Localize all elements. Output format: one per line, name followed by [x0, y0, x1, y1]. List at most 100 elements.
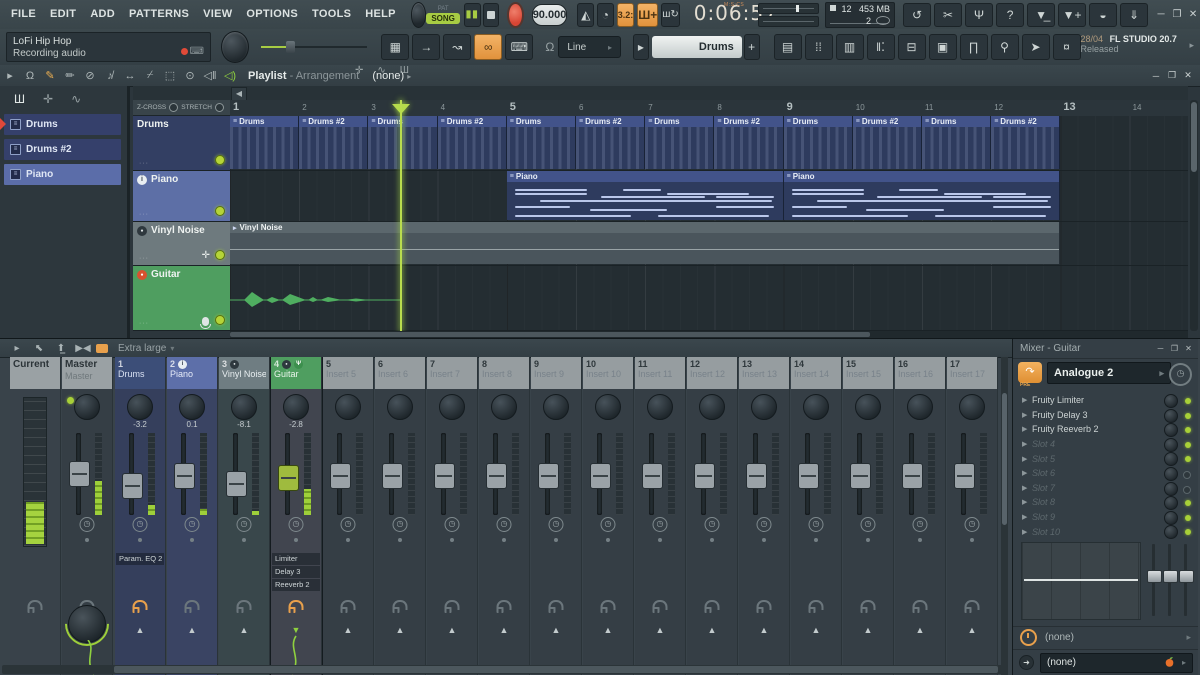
channel-rack-button[interactable]: ⁞⁞	[805, 34, 833, 60]
slot-enable-led[interactable]	[1185, 515, 1191, 521]
slot-label[interactable]: Fruity Delay 3	[1032, 410, 1088, 420]
zoom-tool-icon[interactable]: ⊙	[180, 69, 200, 82]
route-up-arrow-icon[interactable]: ▲	[136, 625, 145, 635]
paint-tool-icon[interactable]: ✏	[60, 69, 80, 82]
route-up-arrow-icon[interactable]: ▲	[448, 625, 457, 635]
stretch-checkbox[interactable]	[215, 103, 224, 112]
route-up-arrow-icon[interactable]: ▲	[396, 625, 405, 635]
slip-tool-icon[interactable]: ↔	[120, 70, 140, 82]
save-new-version-button[interactable]: ▼+	[1058, 3, 1086, 27]
eq-band1-handle[interactable]	[1147, 570, 1162, 583]
slot-enable-led[interactable]	[1185, 529, 1191, 535]
stereo-separation-knob[interactable]: ◷	[497, 517, 512, 532]
slot-mix-knob[interactable]	[1164, 496, 1178, 510]
master-volume-knob[interactable]	[68, 605, 106, 643]
lane-vinyl-noise[interactable]: ▸Vinyl Noise	[230, 222, 1188, 266]
pattern-prev-button[interactable]: ▸	[633, 34, 649, 60]
fx-slot-10[interactable]: ▶Slot 10	[1013, 524, 1198, 539]
strip-fader-handle[interactable]	[486, 463, 507, 489]
menu-add[interactable]: ADD	[83, 0, 122, 29]
slot-arrow-icon[interactable]: ▶	[1022, 484, 1032, 492]
track-header-piano[interactable]: iPiano···	[133, 171, 230, 222]
slot-arrow-icon[interactable]: ▶	[1022, 425, 1032, 433]
delete-tool-icon[interactable]: ⊘	[80, 69, 100, 82]
strip-pan-knob[interactable]	[595, 394, 621, 420]
lane-piano[interactable]: ≡Piano≡Piano	[230, 171, 1188, 222]
strip-active-led[interactable]	[67, 397, 74, 404]
stereo-separation-knob[interactable]: ◷	[185, 517, 200, 532]
strip-header[interactable]: Current	[10, 357, 60, 389]
strip-pan-knob[interactable]	[699, 394, 725, 420]
strip-fader-handle[interactable]	[69, 461, 90, 487]
pattern-position-slider[interactable]	[758, 16, 819, 27]
feedback-button[interactable]: ◒	[1089, 3, 1117, 27]
metronome-button[interactable]: ◭	[577, 3, 594, 27]
strip-pan-knob[interactable]	[335, 394, 361, 420]
playlist-horizontal-scrollbar[interactable]	[230, 331, 1188, 338]
mixer-strip-insert-8[interactable]: 8Insert 8◷▲	[479, 357, 530, 675]
clip-drums[interactable]: ≡Drums	[368, 116, 437, 169]
audio-output-row[interactable]: ➜ (none) ▸	[1013, 649, 1198, 675]
strip-fader-handle[interactable]	[746, 463, 767, 489]
timeline-ruler[interactable]: 1234567891011121314	[230, 100, 1188, 117]
strip-header[interactable]: 15Insert 15	[843, 357, 893, 389]
clip-drums[interactable]: ≡Drums	[645, 116, 714, 169]
strip-fader-handle[interactable]	[798, 463, 819, 489]
clip-piano-1[interactable]: ≡Piano	[507, 171, 784, 220]
strip-fader-handle[interactable]	[590, 463, 611, 489]
strip-headphones-icon[interactable]	[445, 600, 460, 610]
slot-mix-knob[interactable]	[1164, 452, 1178, 466]
playlist-button[interactable]: ▥	[836, 34, 864, 60]
stereo-separation-knob[interactable]: ◷	[809, 517, 824, 532]
strip-headphones-icon[interactable]	[28, 600, 43, 610]
strip-header[interactable]: 10Insert 10	[583, 357, 633, 389]
slot-arrow-icon[interactable]: ▶	[1022, 411, 1032, 419]
slot-mix-knob[interactable]	[1164, 482, 1178, 496]
history-clock-button[interactable]: ◷	[1169, 363, 1192, 386]
picker-automation-tab-icon[interactable]: ∿	[71, 92, 81, 106]
route-up-arrow-icon[interactable]: ▲	[344, 625, 353, 635]
route-up-arrow-icon[interactable]: ▲	[916, 625, 925, 635]
stereo-separation-knob[interactable]: ◷	[341, 517, 356, 532]
menu-options[interactable]: OPTIONS	[239, 0, 305, 29]
fx-slot-3[interactable]: ▶Fruity Reeverb 2	[1013, 422, 1198, 437]
mixer-upload-icon[interactable]: ⬆̲	[52, 343, 70, 354]
automation-tab-icon[interactable]: ∿	[377, 65, 385, 76]
mixer-hscroll-thumb[interactable]	[114, 666, 998, 673]
slot-label[interactable]: Slot 10	[1032, 527, 1060, 537]
slot-enable-led[interactable]	[1185, 398, 1191, 404]
strip-pan-knob[interactable]	[179, 394, 205, 420]
pattern-selector[interactable]: Drums	[652, 36, 742, 58]
route-up-arrow-icon[interactable]: ▲	[760, 625, 769, 635]
strip-header[interactable]: 11Insert 11	[635, 357, 685, 389]
strip-header[interactable]: 8Insert 8	[479, 357, 529, 389]
stereo-separation-knob[interactable]: ◷	[653, 517, 668, 532]
slot-label[interactable]: Slot 4	[1032, 439, 1055, 449]
slot-label[interactable]: Slot 8	[1032, 497, 1055, 507]
plugin-picker-button[interactable]: ∏	[960, 34, 988, 60]
fx-close-button[interactable]: ✕	[1183, 343, 1194, 354]
slot-mix-knob[interactable]	[1164, 409, 1178, 423]
mixer-strip-insert-7[interactable]: 7Insert 7◷▲	[427, 357, 478, 675]
clip-drums-#2[interactable]: ≡Drums #2	[576, 116, 645, 169]
menu-view[interactable]: VIEW	[196, 0, 239, 29]
step-edit-button[interactable]: ш↻	[661, 3, 679, 27]
playlist-hscroll-thumb[interactable]	[230, 332, 870, 337]
slot-enable-led[interactable]	[1185, 413, 1191, 419]
restore-button[interactable]: ❐	[1170, 8, 1184, 22]
countdown-button[interactable]: 3.2:	[617, 3, 635, 27]
clip-piano-2[interactable]: ≡Piano	[784, 171, 1061, 220]
stereo-separation-knob[interactable]: ◷	[757, 517, 772, 532]
eq-band3-handle[interactable]	[1179, 570, 1194, 583]
clip-drums[interactable]: ≡Drums	[230, 116, 299, 169]
route-up-arrow-icon[interactable]: ▲	[188, 625, 197, 635]
loop-record-button[interactable]: Ш+	[637, 3, 658, 27]
slot-mix-knob[interactable]	[1164, 467, 1178, 481]
slot-mix-knob[interactable]	[1164, 438, 1178, 452]
slot-arrow-icon[interactable]: ▶	[1022, 455, 1032, 463]
menu-help[interactable]: HELP	[358, 0, 403, 29]
mixer-strip-insert-12[interactable]: 12Insert 12◷▲	[687, 357, 738, 675]
stereo-separation-knob[interactable]: ◷	[861, 517, 876, 532]
slot-label[interactable]: Slot 9	[1032, 512, 1055, 522]
fx-slot-8[interactable]: ▶Slot 8	[1013, 495, 1198, 510]
